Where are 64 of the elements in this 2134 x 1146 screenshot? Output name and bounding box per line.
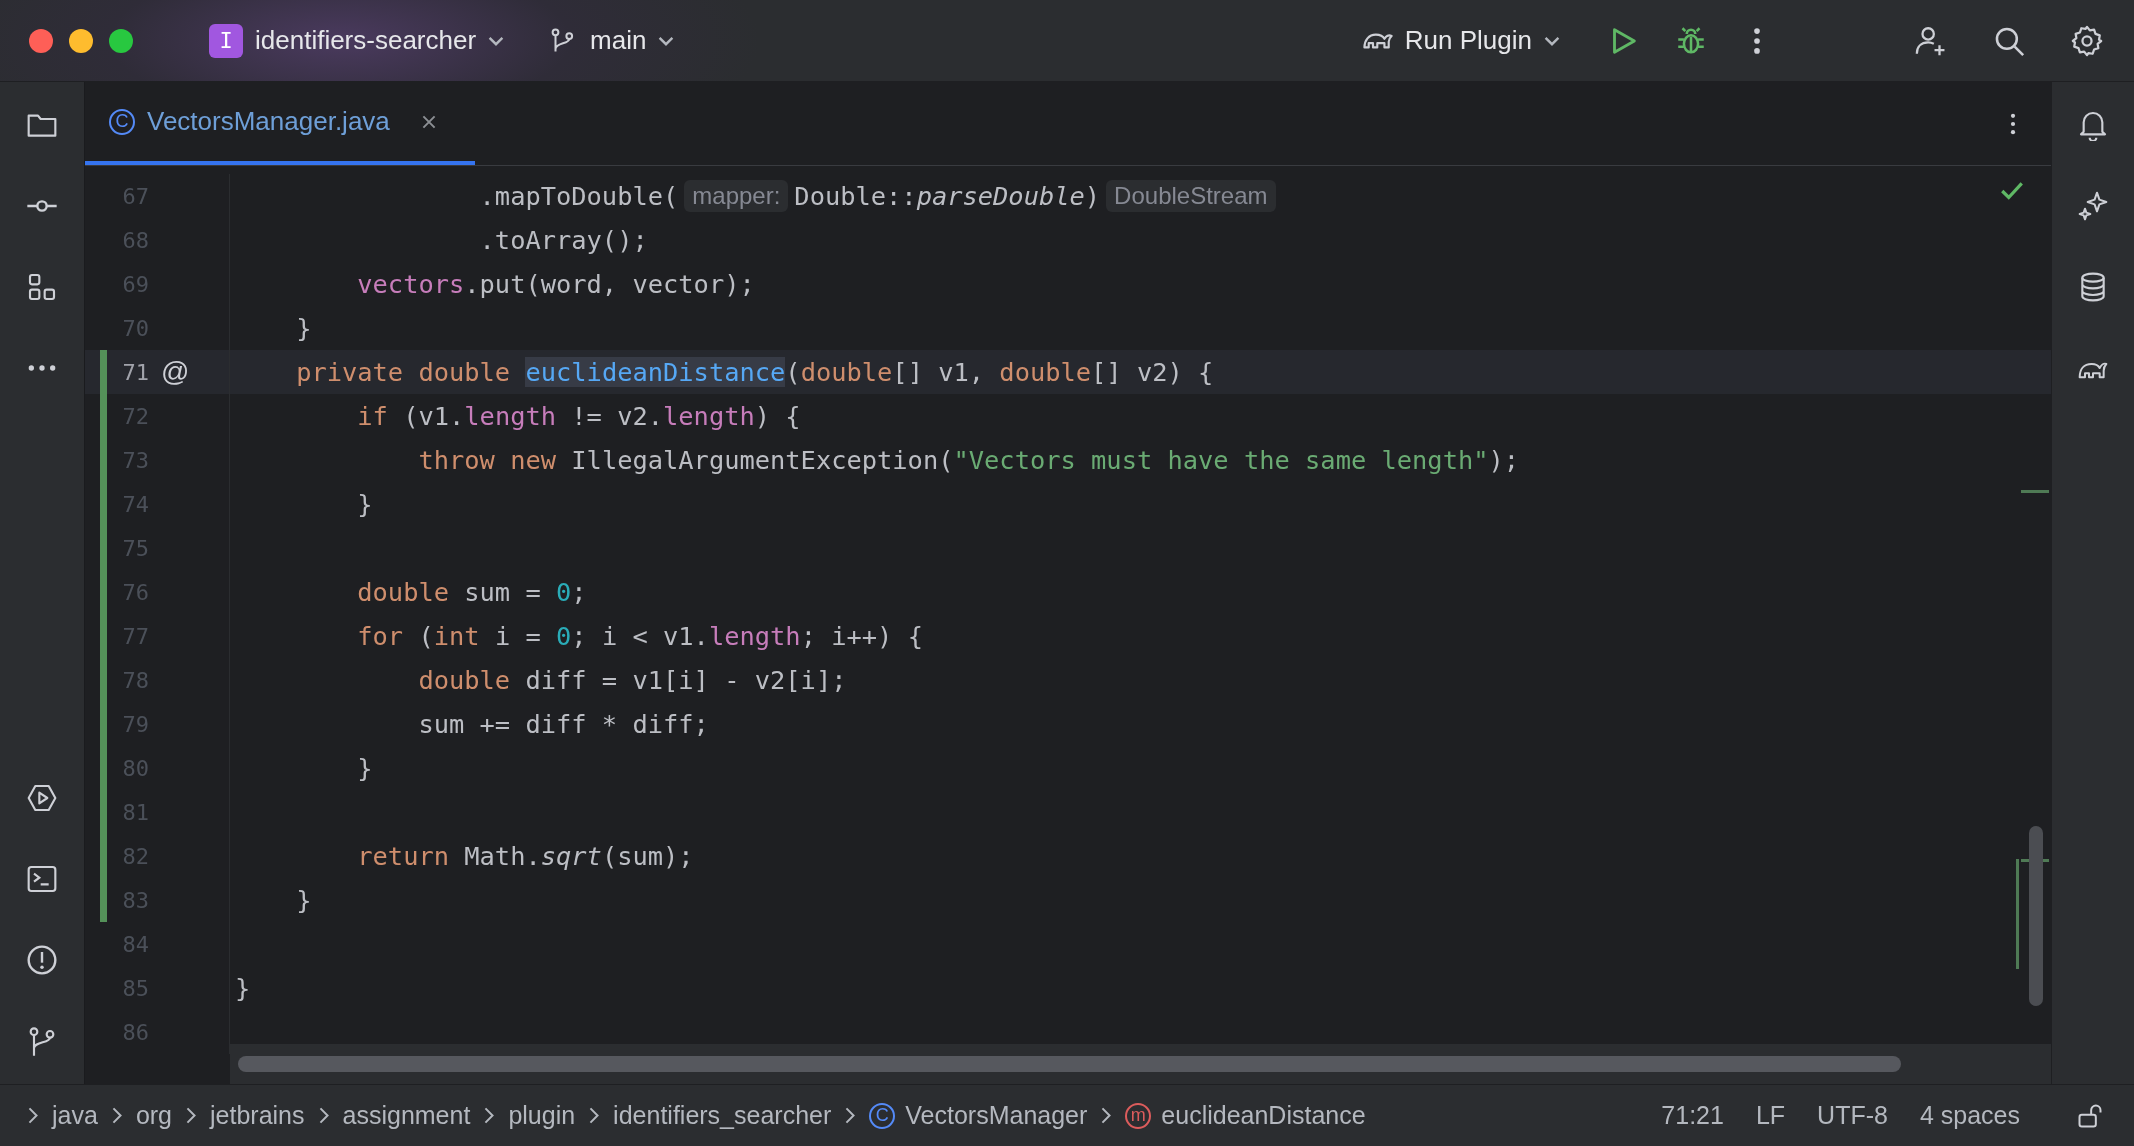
code-line: .toArray(); — [478, 225, 648, 255]
breadcrumb[interactable]: org — [135, 1101, 172, 1130]
code-line: sum += diff * diff; — [417, 709, 709, 739]
code-line: vectors.put(word, vector); — [356, 269, 755, 299]
close-window-button[interactable] — [29, 28, 53, 53]
breadcrumb[interactable]: jetbrains — [210, 1101, 305, 1130]
code-line: } — [356, 489, 373, 519]
code-text: .mapToDouble( — [478, 181, 679, 211]
code-line: return Math.sqrt(sum); — [356, 841, 694, 871]
code-line: double sum = 0; — [356, 577, 587, 607]
caret-icon — [488, 35, 505, 46]
code-text: ) — [1084, 181, 1101, 211]
editor-tab[interactable]: C VectorsManager.java — [85, 82, 475, 165]
project-selector[interactable]: I identifiers-searcher — [209, 23, 505, 58]
chevron-right-icon — [589, 1107, 600, 1124]
sparkle-icon[interactable] — [2077, 190, 2109, 222]
breadcrumb[interactable]: identifiers_searcher — [613, 1101, 832, 1130]
chevron-right-icon — [484, 1107, 495, 1124]
minimize-window-button[interactable] — [69, 28, 93, 53]
run-services-icon[interactable] — [26, 782, 58, 814]
chevron-right-icon — [318, 1107, 329, 1124]
code-line: } — [295, 885, 312, 915]
vertical-scrollbar[interactable] — [2029, 826, 2043, 1006]
problems-icon[interactable] — [26, 944, 58, 976]
annotation-marker[interactable]: @ — [161, 356, 190, 388]
structure-icon[interactable] — [26, 271, 58, 303]
line-separator[interactable]: LF — [1755, 1101, 1786, 1130]
code-text: Double:: — [794, 181, 917, 211]
code-line: } — [234, 973, 251, 1003]
chevron-right-icon — [186, 1107, 196, 1124]
terminal-icon[interactable] — [26, 863, 58, 895]
code-line: double diff = v1[i] - v2[i]; — [417, 665, 847, 695]
line-number: 71 — [121, 359, 149, 385]
code-line: throw new IllegalArgumentException("Vectors must have the same length"); — [417, 445, 1520, 475]
chevron-right-icon — [111, 1107, 122, 1124]
caret-position[interactable]: 71:21 — [1661, 1101, 1724, 1130]
code-line: } — [356, 753, 373, 783]
settings-icon[interactable] — [2070, 23, 2104, 58]
code-line: private double euclideanDistance(double[] v1, double[] v2) { — [295, 357, 1214, 387]
close-icon[interactable] — [421, 114, 436, 129]
code-line: if (v1.length != v2.length) { — [356, 401, 801, 431]
breadcrumb[interactable]: assignment — [342, 1101, 471, 1130]
breadcrumb[interactable]: m euclideanDistance — [1125, 1101, 1366, 1130]
chevron-right-icon — [1101, 1107, 1112, 1124]
code-line: } — [295, 313, 312, 343]
inlay-hint: DoubleStream — [1106, 180, 1276, 212]
chevron-right-icon — [845, 1107, 856, 1124]
breadcrumb[interactable]: java — [52, 1101, 98, 1130]
horizontal-scrollbar[interactable] — [238, 1056, 1901, 1072]
branch-selector[interactable]: main — [548, 25, 675, 56]
zoom-window-button[interactable] — [109, 28, 133, 53]
bell-icon[interactable] — [2077, 109, 2109, 141]
breadcrumb[interactable]: plugin — [508, 1101, 576, 1130]
inlay-hint: mapper: — [684, 180, 789, 212]
run-configuration-selector[interactable]: Run Plugin — [1362, 25, 1560, 56]
breadcrumb[interactable]: C VectorsManager — [869, 1101, 1088, 1130]
code-line: for (int i = 0; i < v1.length; i++) { — [356, 621, 923, 651]
caret-icon — [658, 35, 675, 46]
indent-setting[interactable]: 4 spaces — [1919, 1101, 2020, 1130]
code-text: parseDouble — [916, 181, 1085, 211]
file-encoding[interactable]: UTF-8 — [1817, 1101, 1888, 1130]
change-marker — [2021, 490, 2049, 493]
caret-icon — [1544, 35, 1560, 46]
chevron-right-icon — [28, 1107, 38, 1124]
